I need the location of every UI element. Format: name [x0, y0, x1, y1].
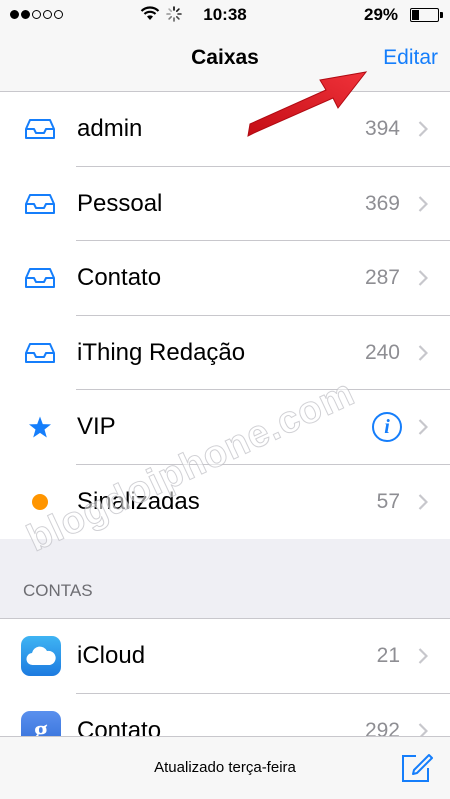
mailbox-row-vip[interactable]: VIP i: [0, 390, 450, 465]
flag-dot-icon: [31, 493, 49, 511]
inbox-tray-icon: [24, 118, 56, 140]
unread-count: 369: [364, 191, 400, 215]
mailbox-label: Sinalizadas: [77, 487, 200, 515]
chevron-right-icon: [418, 419, 428, 436]
unread-count: 394: [364, 117, 400, 141]
mailbox-row[interactable]: Pessoal 369: [0, 167, 450, 241]
chevron-right-icon: [418, 344, 428, 361]
star-icon: [28, 416, 52, 439]
top-bar: 10:38 29% Caixas Editar: [0, 0, 450, 92]
unread-count: 21: [376, 644, 400, 668]
chevron-right-icon: [418, 121, 428, 138]
mailbox-row[interactable]: admin 394: [0, 92, 450, 167]
chevron-right-icon: [418, 648, 428, 665]
inbox-tray-icon: [24, 342, 56, 364]
inbox-tray-icon: [24, 267, 56, 289]
icloud-icon: [21, 636, 61, 677]
mailbox-label: Pessoal: [77, 189, 163, 217]
section-header-accounts: CONTAS: [23, 581, 93, 600]
account-label: iCloud: [77, 642, 146, 670]
unread-count: 240: [364, 340, 400, 364]
status-bar: 10:38 29%: [0, 0, 450, 30]
mailbox-row[interactable]: Contato 287: [0, 241, 450, 316]
mailbox-list: admin 394 Pessoal 369 Contato 287 iThing…: [0, 92, 450, 539]
chevron-right-icon: [418, 195, 428, 212]
account-row[interactable]: iCloud 21: [0, 619, 450, 694]
annotation-arrow-icon: [247, 71, 368, 137]
mailbox-row-flagged[interactable]: Sinalizadas 57: [0, 465, 450, 540]
inbox-tray-icon: [24, 193, 56, 215]
mailbox-row[interactable]: iThing Redação 240: [0, 316, 450, 390]
info-icon[interactable]: i: [372, 412, 402, 443]
battery-icon: [410, 8, 443, 22]
bottom-toolbar: Atualizado terça-feira: [0, 736, 450, 799]
chevron-right-icon: [418, 270, 428, 287]
edit-button[interactable]: Editar: [383, 46, 438, 70]
unread-count: 57: [376, 489, 400, 513]
mailbox-label: VIP: [77, 413, 116, 441]
chevron-right-icon: [418, 493, 428, 510]
unread-count: 287: [364, 266, 400, 290]
mailbox-label: Contato: [77, 264, 162, 292]
mailbox-label: admin: [77, 115, 143, 143]
update-status: Atualizado terça-feira: [154, 759, 296, 776]
compose-icon[interactable]: [400, 750, 434, 784]
battery-percent: 29%: [364, 5, 399, 24]
mailbox-label: iThing Redação: [77, 338, 246, 366]
